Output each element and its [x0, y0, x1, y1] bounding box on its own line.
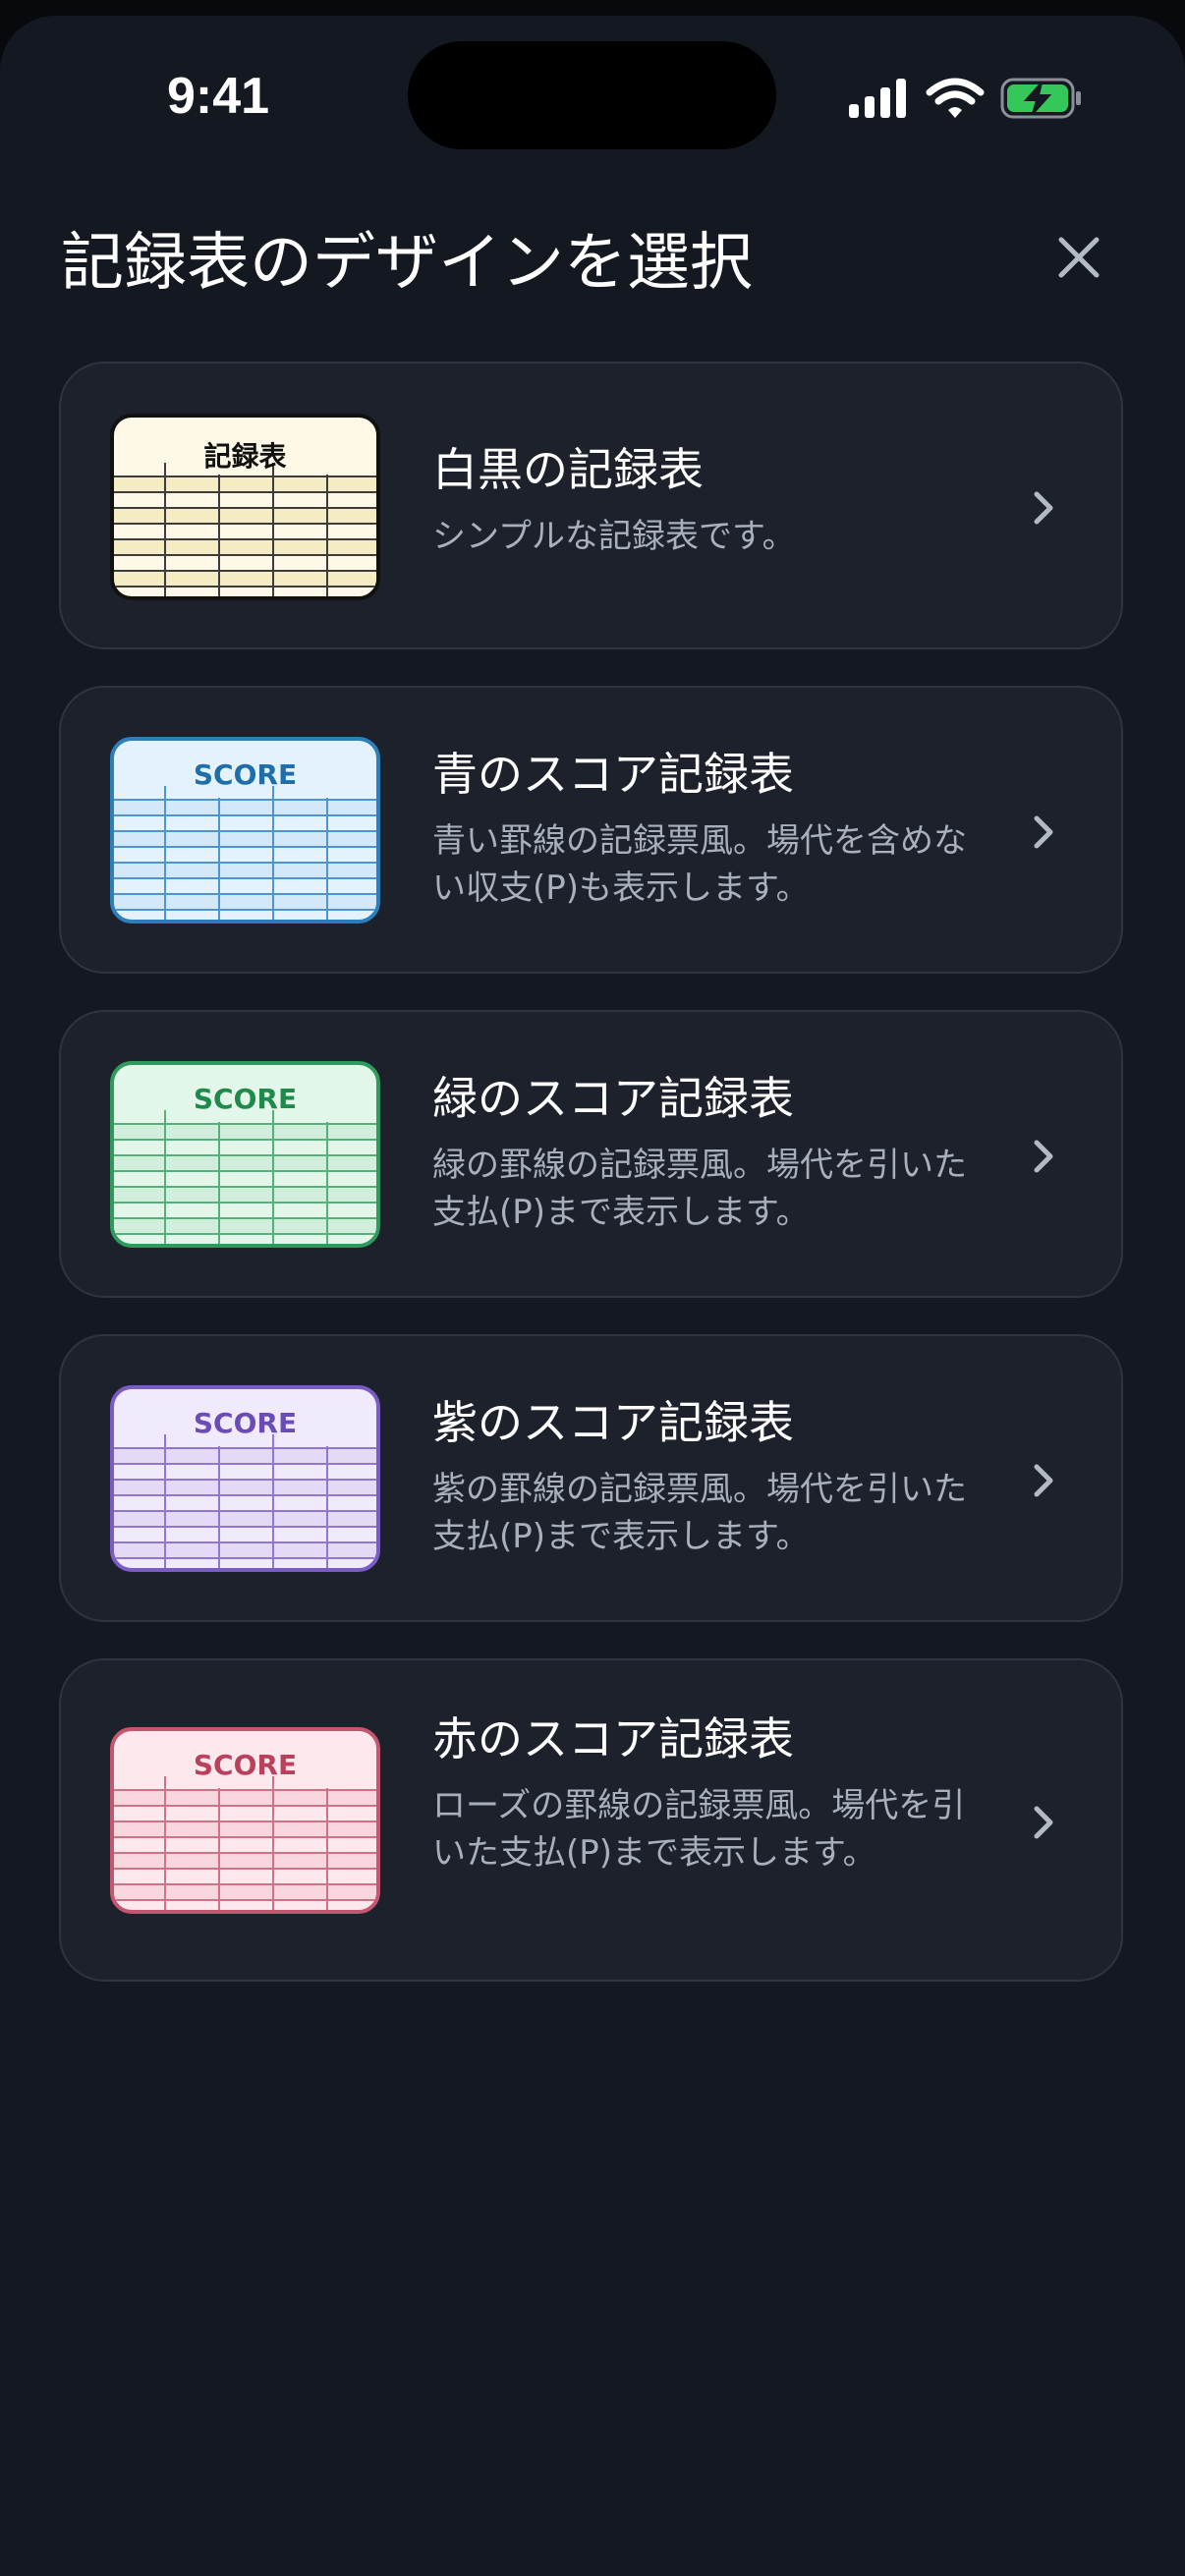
close-icon — [1058, 237, 1100, 278]
design-description: ローズの罫線の記録票風。場代を引いた支払(P)まで表示します。 — [432, 1786, 966, 1873]
cellular-signal-icon — [849, 79, 906, 118]
thumbnail-stripe — [114, 1542, 376, 1558]
dynamic-island — [408, 41, 776, 149]
thumbnail-stripe — [114, 508, 376, 524]
design-title: 白黒の記録表 — [432, 443, 704, 496]
thumbnail-stripe — [114, 1821, 376, 1837]
battery-charging-icon — [1000, 78, 1081, 119]
thumbnail-stripe — [114, 1218, 376, 1234]
thumbnail-label: SCORE — [193, 1407, 298, 1439]
design-option-green[interactable]: SCORE 緑のスコア記録表 緑の罫線の記録票風。場代を引いた支払(P)まで表示… — [59, 1010, 1123, 1298]
design-description: 紫の罫線の記録票風。場代を引いた支払(P)まで表示します。 — [432, 1470, 967, 1556]
thumbnail-stripe — [114, 1448, 376, 1464]
thumbnail-stripe — [114, 831, 376, 847]
thumbnail-stripe — [114, 571, 376, 587]
close-button[interactable] — [1044, 222, 1114, 293]
thumbnail-stripe — [114, 1480, 376, 1495]
design-title: 緑のスコア記録表 — [432, 1072, 794, 1125]
chevron-right-icon — [1034, 1464, 1053, 1497]
design-description: シンプルな記録表です。 — [432, 517, 796, 556]
thumbnail-label: SCORE — [193, 758, 298, 791]
design-option-purple[interactable]: SCORE 紫のスコア記録表 紫の罫線の記録票風。場代を引いた支払(P)まで表示… — [59, 1334, 1123, 1622]
design-title: 赤のスコア記録表 — [432, 1712, 794, 1765]
design-title: 青のスコア記録表 — [432, 748, 794, 801]
thumbnail-stripe — [114, 1884, 376, 1900]
chevron-right-icon — [1034, 491, 1053, 525]
thumbnail-label: SCORE — [193, 1749, 298, 1781]
chevron-right-icon — [1034, 815, 1053, 849]
phone-screen: 9:41 記録表のデザインを選択 記録表 白黒の記録表 シンプルな記録表です。 … — [0, 16, 1185, 2576]
design-thumbnail: SCORE — [110, 1727, 380, 1914]
thumbnail-stripe — [114, 1511, 376, 1527]
design-thumbnail: SCORE — [110, 737, 380, 924]
chevron-right-icon — [1034, 1806, 1053, 1839]
thumbnail-stripe — [114, 863, 376, 878]
thumbnail-stripe — [114, 1124, 376, 1140]
design-thumbnail: SCORE — [110, 1385, 380, 1572]
thumbnail-stripe — [114, 539, 376, 555]
thumbnail-stripe — [114, 1790, 376, 1806]
design-option-monochrome[interactable]: 記録表 白黒の記録表 シンプルな記録表です。 — [59, 362, 1123, 649]
design-option-blue[interactable]: SCORE 青のスコア記録表 青い罫線の記録票風。場代を含めない収支(P)も表示… — [59, 686, 1123, 974]
thumbnail-stripe — [114, 476, 376, 492]
thumbnail-stripe — [114, 1155, 376, 1171]
status-time: 9:41 — [167, 68, 270, 125]
page-title: 記録表のデザインを選択 — [61, 227, 753, 300]
thumbnail-label: 記録表 — [203, 440, 287, 473]
design-option-red[interactable]: SCORE 赤のスコア記録表 ローズの罫線の記録票風。場代を引いた支払(P)まで… — [59, 1658, 1123, 1982]
design-title: 紫のスコア記録表 — [432, 1396, 794, 1449]
design-thumbnail: 記録表 — [110, 414, 380, 600]
wifi-icon — [926, 78, 985, 118]
thumbnail-label: SCORE — [193, 1083, 298, 1115]
thumbnail-stripe — [114, 800, 376, 815]
design-thumbnail: SCORE — [110, 1061, 380, 1248]
design-description: 青い罫線の記録票風。場代を含めない収支(P)も表示します。 — [432, 821, 967, 908]
thumbnail-stripe — [114, 894, 376, 910]
thumbnail-stripe — [114, 1187, 376, 1203]
thumbnail-stripe — [114, 1853, 376, 1869]
design-description: 緑の罫線の記録票風。場代を引いた支払(P)まで表示します。 — [432, 1146, 967, 1232]
chevron-right-icon — [1034, 1140, 1053, 1173]
